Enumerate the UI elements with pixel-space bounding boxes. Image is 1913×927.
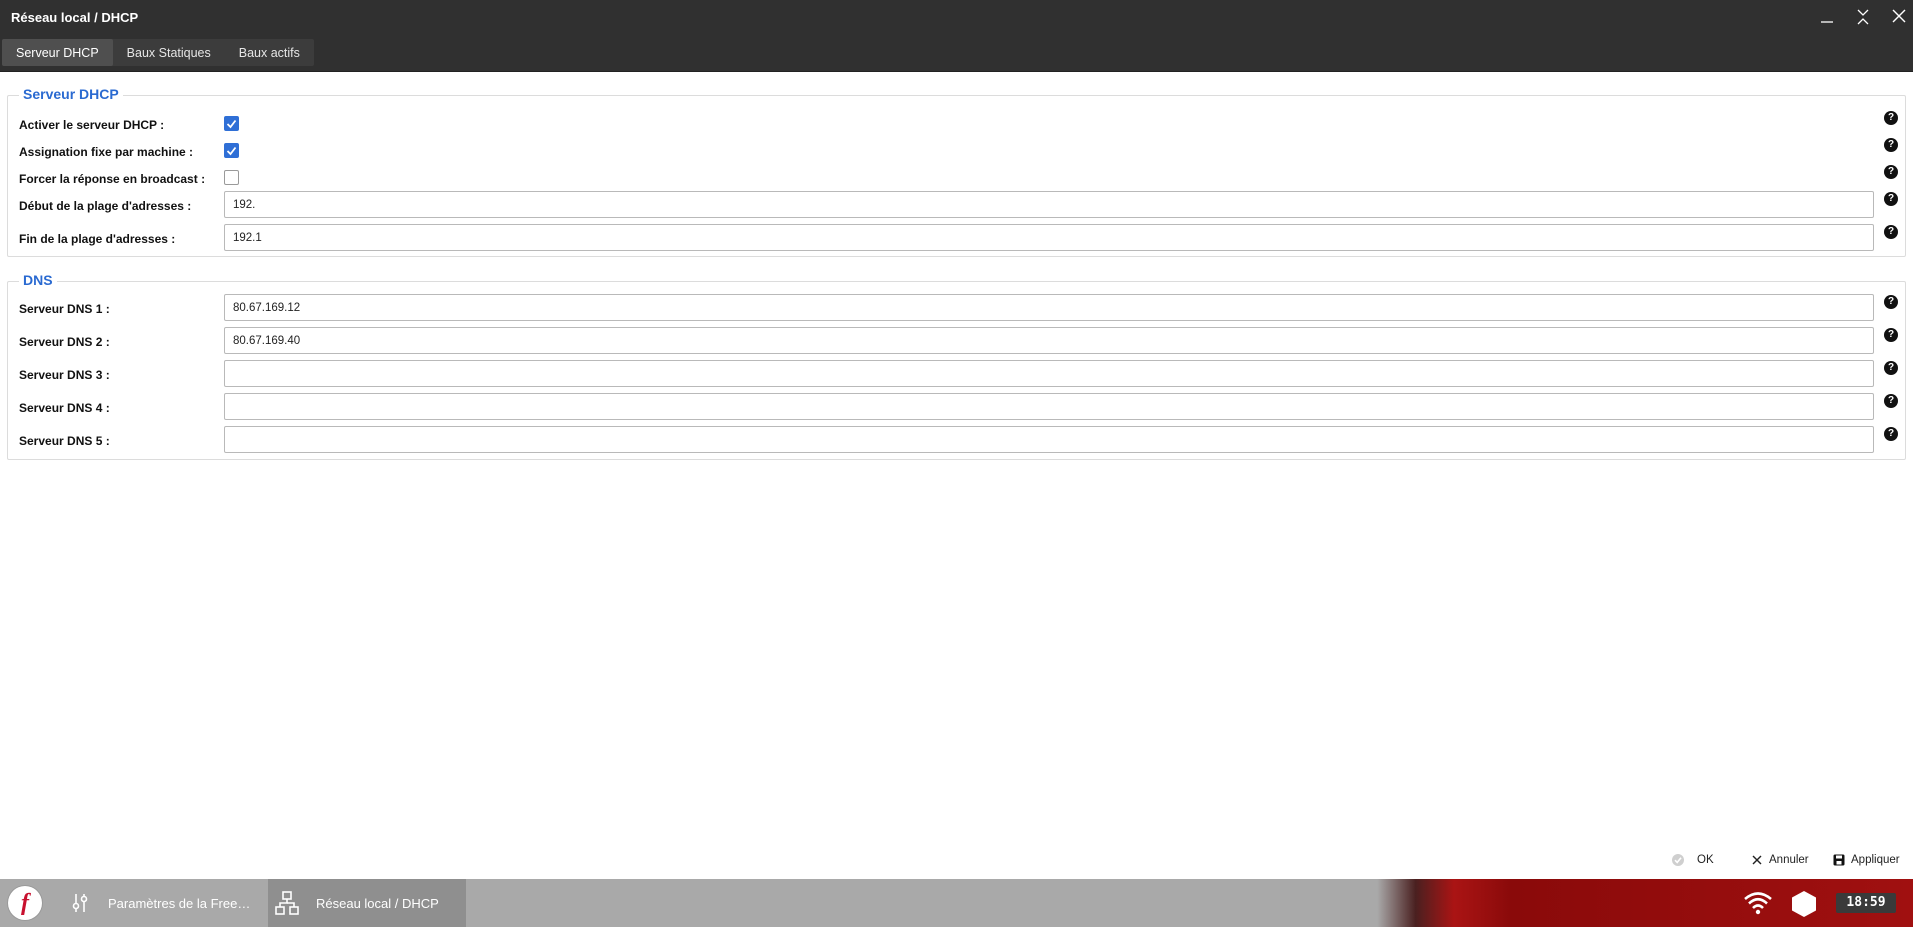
minimize-button[interactable] — [1815, 6, 1839, 28]
network-icon — [275, 891, 299, 915]
taskbar: f Paramètres de la Free… Réseau local / … — [0, 879, 1913, 927]
range-end-label: Fin de la plage d'adresses : — [19, 232, 176, 246]
tab-baux-statiques[interactable]: Baux Statiques — [113, 39, 225, 66]
range-start-label: Début de la plage d'adresses : — [19, 199, 192, 213]
task-reseau-local[interactable]: Réseau local / DHCP — [268, 879, 466, 927]
dns-5-input[interactable] — [224, 426, 1874, 453]
dns-5-label: Serveur DNS 5 : — [19, 434, 110, 448]
help-icon[interactable]: ? — [1884, 192, 1898, 206]
task-parametres[interactable]: Paramètres de la Free… — [62, 879, 266, 927]
cancel-label: Annuler — [1769, 854, 1809, 866]
cancel-button[interactable]: Annuler — [1751, 850, 1809, 870]
chevrons-collapse-icon — [1857, 9, 1869, 25]
dns-4-label: Serveur DNS 4 : — [19, 401, 110, 415]
checkmark-icon — [226, 119, 237, 129]
enable-dhcp-label: Activer le serveur DHCP : — [19, 118, 165, 132]
sliders-icon — [72, 894, 88, 912]
dhcp-fieldset: Serveur DHCP Activer le serveur DHCP : ?… — [7, 86, 1906, 257]
range-end-input[interactable] — [224, 224, 1874, 251]
range-start-input[interactable] — [224, 191, 1874, 218]
help-icon[interactable]: ? — [1884, 295, 1898, 309]
freebox-logo-icon: f — [21, 890, 29, 916]
help-icon[interactable]: ? — [1884, 328, 1898, 342]
task-label: Réseau local / DHCP — [316, 895, 439, 911]
maximize-button[interactable] — [1851, 6, 1875, 28]
enable-dhcp-checkbox[interactable] — [224, 116, 239, 131]
tab-baux-actifs[interactable]: Baux actifs — [225, 39, 314, 66]
tab-bar: Serveur DHCP Baux Statiques Baux actifs — [0, 35, 1913, 72]
help-icon[interactable]: ? — [1884, 111, 1898, 125]
close-icon — [1752, 855, 1762, 865]
window-titlebar: Réseau local / DHCP — [0, 0, 1913, 35]
close-button[interactable] — [1887, 6, 1911, 28]
clock: 18:59 — [1836, 893, 1896, 913]
start-button[interactable]: f — [8, 886, 42, 920]
help-icon[interactable]: ? — [1884, 165, 1898, 179]
help-icon[interactable]: ? — [1884, 394, 1898, 408]
apply-label: Appliquer — [1851, 854, 1900, 866]
dns-3-input[interactable] — [224, 360, 1874, 387]
help-icon[interactable]: ? — [1884, 225, 1898, 239]
ok-label: OK — [1697, 854, 1714, 866]
minimize-icon — [1821, 21, 1833, 23]
dhcp-legend: Serveur DHCP — [19, 86, 123, 102]
window-title: Réseau local / DHCP — [11, 10, 139, 25]
checkmark-icon — [226, 146, 237, 156]
apply-button[interactable]: Appliquer — [1833, 850, 1900, 870]
dns-3-label: Serveur DNS 3 : — [19, 368, 110, 382]
broadcast-label: Forcer la réponse en broadcast : — [19, 172, 206, 186]
ok-button[interactable]: OK — [1671, 850, 1714, 870]
fixed-assignment-checkbox[interactable] — [224, 143, 239, 158]
dns-1-label: Serveur DNS 1 : — [19, 302, 110, 316]
check-circle-icon — [1672, 854, 1684, 866]
wifi-icon[interactable] — [1743, 891, 1773, 920]
task-label: Paramètres de la Free… — [108, 895, 251, 911]
help-icon[interactable]: ? — [1884, 138, 1898, 152]
dns-2-label: Serveur DNS 2 : — [19, 335, 110, 349]
dns-2-input[interactable] — [224, 327, 1874, 354]
broadcast-checkbox[interactable] — [224, 170, 239, 185]
tab-serveur-dhcp[interactable]: Serveur DHCP — [2, 39, 113, 66]
help-icon[interactable]: ? — [1884, 361, 1898, 375]
save-icon — [1833, 854, 1845, 866]
dns-fieldset: DNS Serveur DNS 1 : ? Serveur DNS 2 : ? … — [7, 272, 1906, 460]
dns-legend: DNS — [19, 272, 57, 288]
fixed-assignment-label: Assignation fixe par machine : — [19, 145, 194, 159]
hexagon-status-icon[interactable] — [1790, 890, 1818, 923]
close-icon — [1892, 9, 1906, 23]
help-icon[interactable]: ? — [1884, 427, 1898, 441]
dns-4-input[interactable] — [224, 393, 1874, 420]
dns-1-input[interactable] — [224, 294, 1874, 321]
tab-list: Serveur DHCP Baux Statiques Baux actifs — [2, 39, 314, 66]
